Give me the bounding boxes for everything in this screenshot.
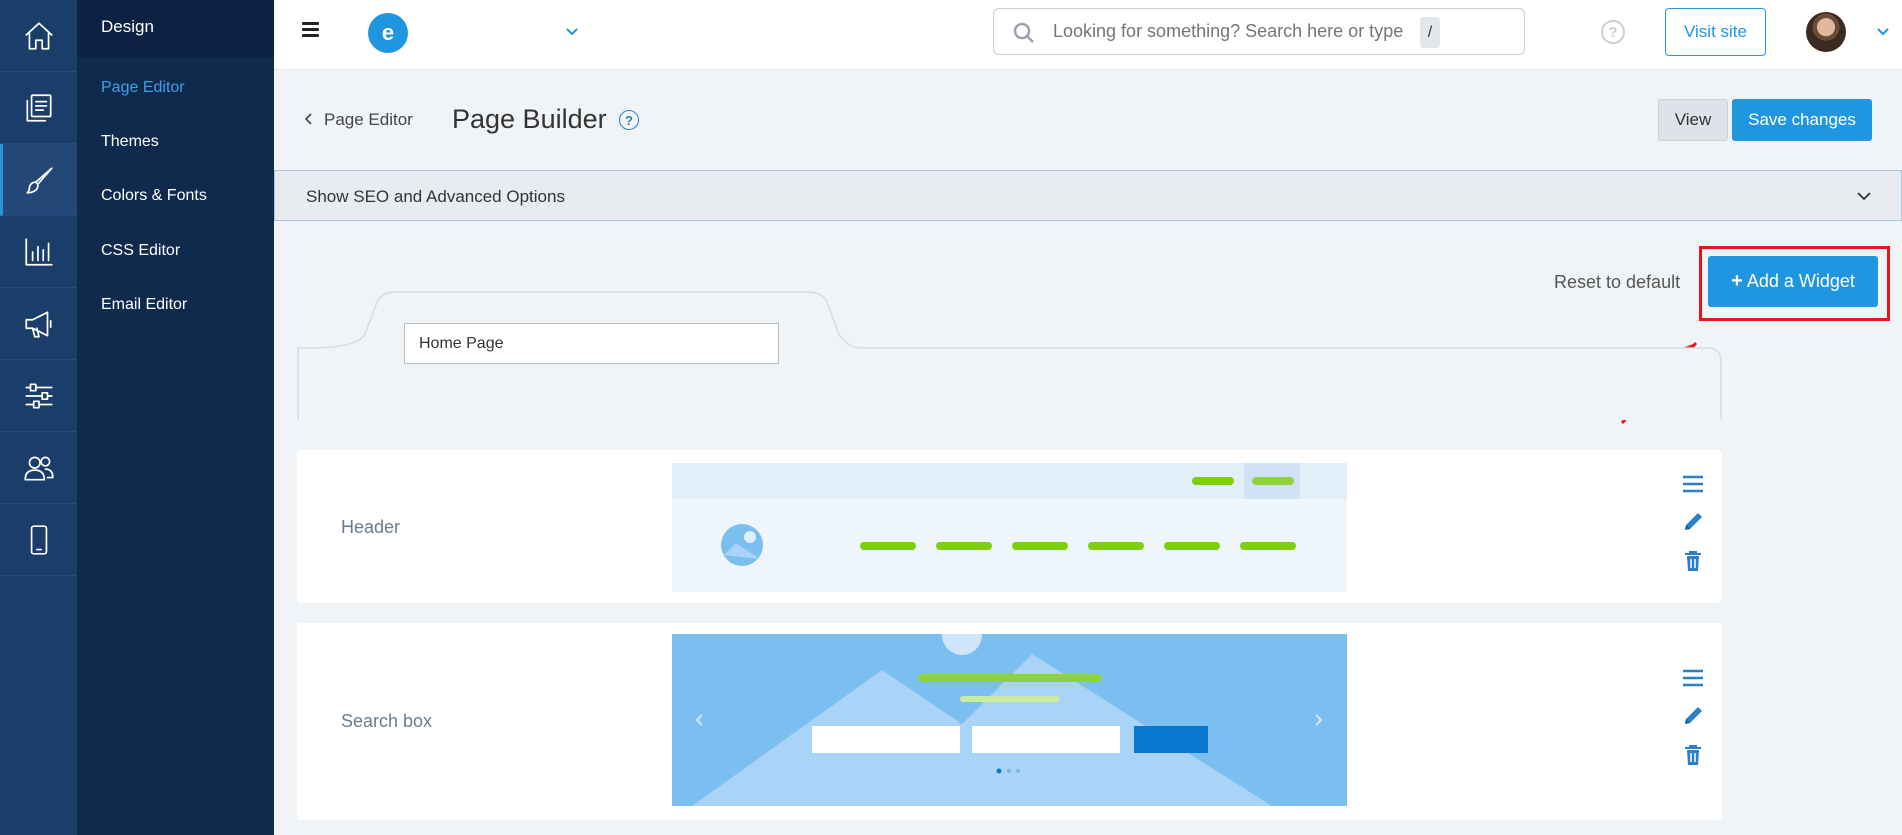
- chevron-down-icon[interactable]: [1875, 24, 1891, 40]
- search-input[interactable]: [1053, 21, 1433, 42]
- icon-rail: [0, 0, 77, 835]
- pencil-icon[interactable]: [1681, 704, 1705, 728]
- megaphone-icon: [24, 310, 52, 338]
- save-changes-button[interactable]: Save changes: [1732, 99, 1872, 141]
- drag-handle-icon[interactable]: [1681, 472, 1705, 496]
- rail-home[interactable]: [0, 0, 77, 72]
- page-tab-name-input[interactable]: [404, 323, 779, 364]
- store-logo[interactable]: e: [368, 13, 408, 53]
- submenu-item-page-editor[interactable]: Page Editor: [101, 79, 185, 97]
- chevron-down-icon[interactable]: [564, 24, 580, 40]
- rail-design[interactable]: [0, 144, 77, 216]
- page-title: Page Builder: [452, 104, 607, 134]
- widget-row-header: Header: [297, 450, 1722, 603]
- submenu-item-css-editor[interactable]: CSS Editor: [101, 242, 180, 260]
- hamburger-menu-icon[interactable]: [302, 22, 319, 37]
- design-submenu: Design Page Editor Themes Colors & Fonts…: [77, 0, 274, 835]
- trash-icon[interactable]: [1681, 549, 1705, 573]
- trash-icon[interactable]: [1681, 743, 1705, 767]
- highlight-annotation: [1699, 246, 1890, 321]
- submenu-title: Design: [77, 0, 274, 57]
- visit-site-button[interactable]: Visit site: [1665, 8, 1766, 56]
- view-button[interactable]: View: [1658, 99, 1728, 141]
- widget-row-search-box: Search box: [297, 623, 1722, 820]
- chevron-down-icon: [1857, 192, 1871, 201]
- rail-settings[interactable]: [0, 360, 77, 432]
- search-icon: [1013, 22, 1034, 43]
- search-box-widget-preview: [672, 634, 1347, 806]
- chart-icon: [24, 237, 53, 266]
- rail-mobile[interactable]: [0, 504, 77, 576]
- breadcrumb-label: Page Editor: [324, 110, 413, 129]
- submenu-item-email-editor[interactable]: Email Editor: [101, 296, 187, 314]
- widget-name: Header: [341, 517, 401, 537]
- drag-handle-icon[interactable]: [1681, 666, 1705, 690]
- help-icon[interactable]: ?: [1601, 20, 1625, 44]
- submenu-item-themes[interactable]: Themes: [101, 133, 159, 151]
- submenu-item-colors-fonts[interactable]: Colors & Fonts: [101, 187, 207, 205]
- seo-toggle-label: Show SEO and Advanced Options: [306, 187, 565, 206]
- search-shortcut-key: /: [1420, 17, 1440, 48]
- pages-icon: [25, 93, 52, 122]
- breadcrumb-back-link[interactable]: Page Editor: [304, 110, 413, 130]
- home-icon: [24, 21, 53, 50]
- rail-analytics[interactable]: [0, 216, 77, 288]
- seo-advanced-toggle[interactable]: Show SEO and Advanced Options: [274, 170, 1902, 221]
- global-search: /: [993, 8, 1525, 55]
- mobile-icon: [30, 524, 47, 555]
- header-widget-preview: [672, 463, 1347, 592]
- pencil-icon[interactable]: [1681, 510, 1705, 534]
- rail-marketing[interactable]: [0, 288, 77, 360]
- avatar[interactable]: [1806, 12, 1846, 52]
- rail-pages[interactable]: [0, 72, 77, 144]
- help-icon[interactable]: ?: [619, 110, 639, 130]
- sliders-icon: [24, 382, 53, 409]
- rail-customers[interactable]: [0, 432, 77, 504]
- brush-icon: [26, 166, 53, 194]
- users-icon: [23, 456, 54, 481]
- chevron-left-icon: [304, 113, 312, 125]
- widget-name: Search box: [341, 711, 433, 731]
- top-bar: e / ? Visit site: [274, 0, 1902, 70]
